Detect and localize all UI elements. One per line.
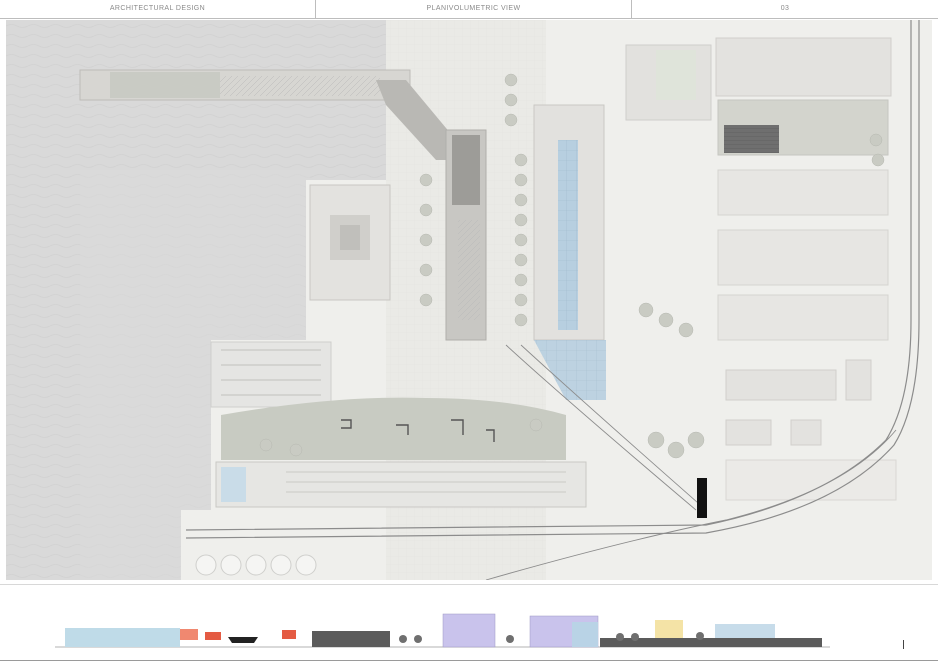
- terminal-building: [215, 461, 587, 508]
- section-pavilion: [282, 630, 296, 639]
- scale-bar-icon: [895, 640, 911, 658]
- axial-building: [445, 129, 487, 341]
- section-glass: [572, 622, 598, 647]
- section-ground: [312, 631, 390, 647]
- section-labels-strip: [0, 584, 938, 605]
- site-plan-drawing: [6, 20, 932, 580]
- site-section: [0, 604, 938, 659]
- section-pavilion: [205, 632, 221, 640]
- sheet-bottom-border: [0, 660, 938, 661]
- section-block: [715, 624, 775, 640]
- section-tower: [442, 613, 496, 648]
- museum-block: [309, 184, 391, 301]
- section-boat: [228, 637, 258, 643]
- site-section-drawing: [55, 613, 830, 648]
- header-center-title: PLANIVOLUMETRIC VIEW: [426, 5, 521, 12]
- site-plan: [6, 20, 932, 580]
- section-block: [655, 620, 683, 638]
- rail-bridge: [697, 478, 707, 518]
- header-left-title: ARCHITECTURAL DESIGN: [109, 5, 206, 12]
- sheet-header: ARCHITECTURAL DESIGN PLANIVOLUMETRIC VIE…: [0, 0, 938, 19]
- marina: [210, 341, 332, 408]
- station-shed: [533, 104, 606, 400]
- header-page-number: 03: [780, 5, 790, 12]
- section-water: [65, 628, 180, 647]
- section-pavilion: [180, 629, 198, 640]
